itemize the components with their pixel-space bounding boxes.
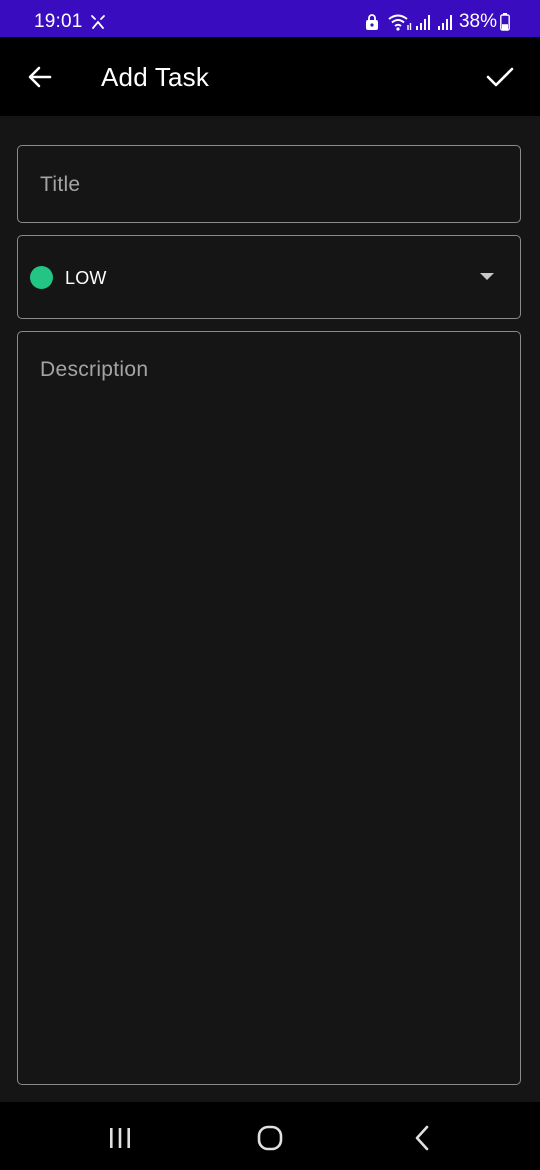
- status-icons: 38%: [365, 11, 510, 33]
- status-time: 19:01: [34, 11, 83, 32]
- app-bar: Add Task: [0, 37, 540, 116]
- system-nav-bar: [0, 1102, 540, 1170]
- priority-color-dot: [30, 266, 53, 289]
- recents-icon: [110, 1128, 130, 1148]
- signal-icon: [437, 15, 452, 30]
- priority-value: LOW: [65, 268, 107, 288]
- wifi-icon: [388, 14, 412, 31]
- status-bar: 19:01 38%: [0, 0, 540, 37]
- system-back-button[interactable]: [402, 1118, 442, 1158]
- home-icon: [257, 1125, 283, 1151]
- arrow-left-icon: [28, 66, 52, 88]
- title-placeholder: Title: [40, 173, 81, 196]
- alarm-icon: [91, 15, 105, 29]
- description-field[interactable]: Description: [17, 331, 521, 1085]
- signal-icon: [415, 15, 430, 30]
- save-button[interactable]: [480, 57, 520, 97]
- lock-icon: [365, 14, 378, 30]
- battery-percent: 38%: [458, 11, 497, 32]
- description-placeholder: Description: [40, 358, 149, 381]
- title-field[interactable]: Title: [17, 145, 521, 223]
- back-button[interactable]: [20, 57, 60, 97]
- recents-button[interactable]: [100, 1118, 140, 1158]
- priority-dropdown[interactable]: LOW: [17, 235, 521, 319]
- back-icon: [415, 1125, 429, 1151]
- page-title: Add Task: [101, 62, 210, 92]
- dropdown-arrow-icon: [480, 273, 494, 280]
- check-icon: [486, 67, 514, 87]
- home-button[interactable]: [250, 1118, 290, 1158]
- battery-icon: [500, 13, 510, 31]
